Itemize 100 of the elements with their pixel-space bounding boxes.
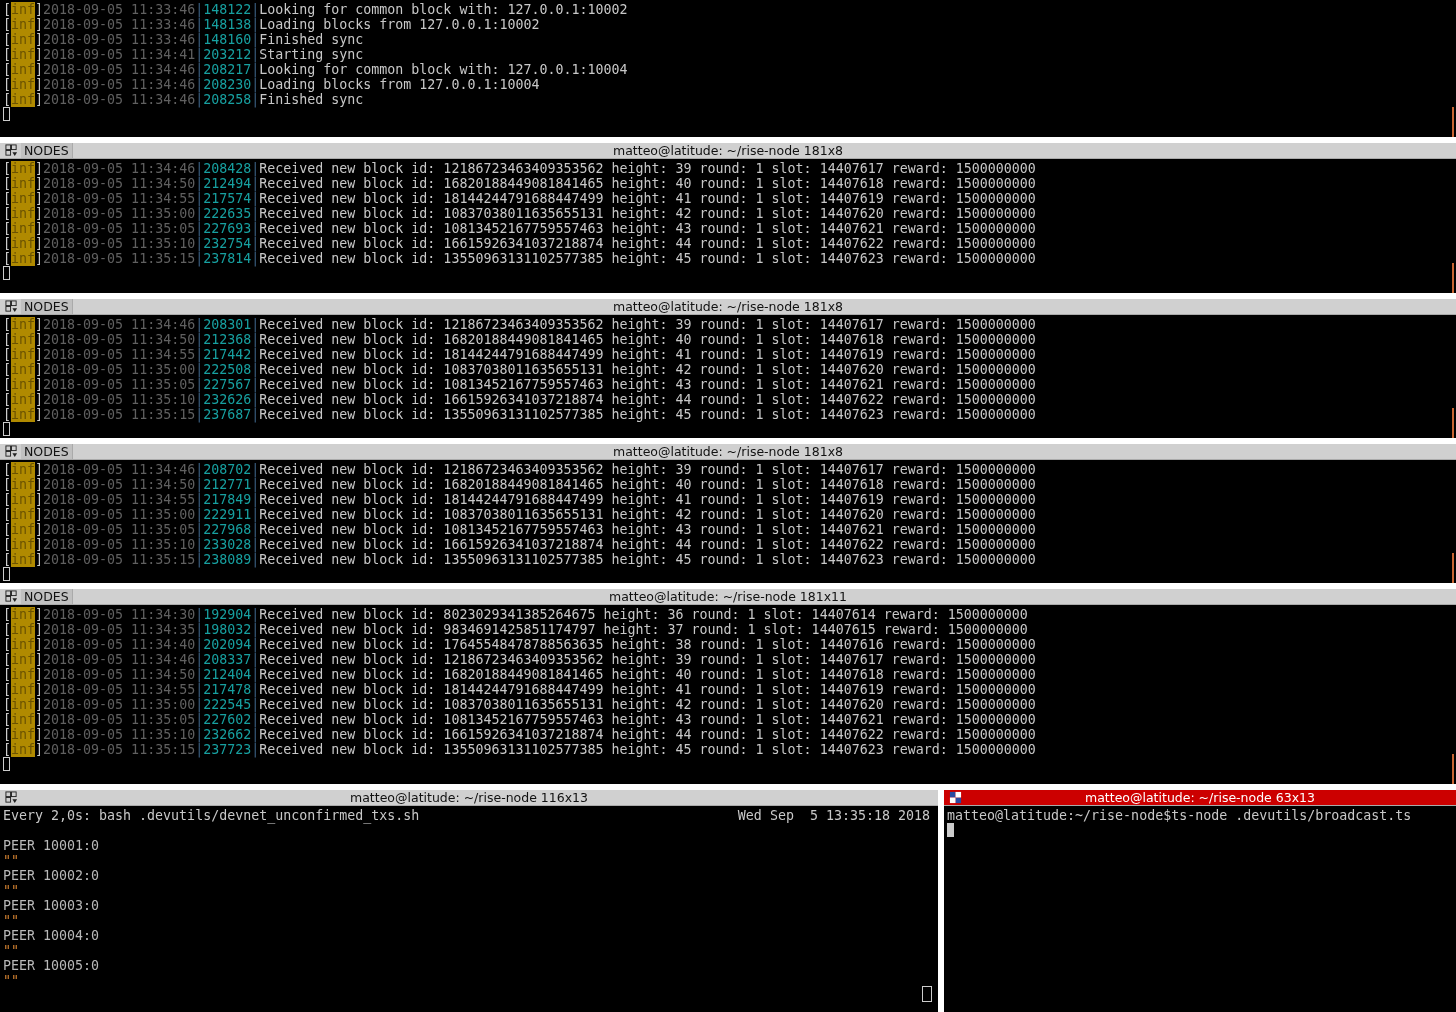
log-tick: 148138 xyxy=(203,17,252,32)
separator: | xyxy=(251,462,260,477)
log-level-tag: inf xyxy=(11,492,36,507)
separator: | xyxy=(195,236,204,251)
bracket: [ xyxy=(3,552,11,567)
log-tick: 208428 xyxy=(203,161,252,176)
bracket: [ xyxy=(3,17,11,32)
pane-title-bar[interactable]: matteo@latitude: ~/rise-node 116x13 xyxy=(0,790,938,806)
bracket: ] xyxy=(35,652,44,667)
separator: | xyxy=(251,47,260,62)
log-message: Received new block id: 16820188449081841465 height: 40 round: 1 slot: 14407618 reward: 1500000000 xyxy=(259,176,1036,191)
log-tick: 227567 xyxy=(203,377,252,392)
log-tick: 222508 xyxy=(203,362,252,377)
bracket: ] xyxy=(35,727,44,742)
bracket: [ xyxy=(3,667,11,682)
text-cursor xyxy=(3,422,10,436)
scroll-bar xyxy=(1452,754,1454,784)
log-tick: 222911 xyxy=(203,507,252,522)
separator: | xyxy=(251,191,260,206)
log-message: Received new block id: 18144244791688447499 height: 41 round: 1 slot: 14407619 reward: 1500000000 xyxy=(259,492,1036,507)
log-level-tag: inf xyxy=(11,407,36,422)
log-message: Received new block id: 10837038011635655131 height: 42 round: 1 slot: 14407620 reward: 1500000000 xyxy=(259,697,1036,712)
pane-title-bar[interactable]: matteo@latitude: ~/rise-node 63x13 xyxy=(944,790,1456,806)
grid-icon[interactable] xyxy=(5,144,18,157)
bracket: ] xyxy=(35,221,44,236)
log-message: Received new block id: 9834691425851174797 height: 37 round: 1 slot: 14407615 reward: 1500000000 xyxy=(259,622,1028,637)
output-line: PEER 10002:0 xyxy=(3,868,100,883)
separator: | xyxy=(195,727,204,742)
separator: | xyxy=(195,221,204,236)
bracket: ] xyxy=(35,251,44,266)
bracket: ] xyxy=(35,667,44,682)
bracket: [ xyxy=(3,727,11,742)
separator: | xyxy=(195,537,204,552)
bracket: [ xyxy=(3,392,11,407)
bracket: [ xyxy=(3,492,11,507)
pane-title-bar[interactable]: NODES matteo@latitude: ~/rise-node 181x8 xyxy=(0,444,1456,460)
log-level-tag: inf xyxy=(11,652,36,667)
separator: | xyxy=(195,77,204,92)
log-timestamp: 2018-09-05 11:34:46 xyxy=(43,462,196,477)
separator: | xyxy=(251,552,260,567)
log-tick: 232626 xyxy=(203,392,252,407)
log-timestamp: 2018-09-05 11:33:46 xyxy=(43,32,196,47)
bracket: ] xyxy=(35,697,44,712)
grid-icon[interactable] xyxy=(5,791,18,804)
log-message: Looking for common block with: 127.0.0.1:10002 xyxy=(259,2,628,17)
log-message: Received new block id: 10813452167759557463 height: 43 round: 1 slot: 14407621 reward: 1500000000 xyxy=(259,221,1036,236)
log-message: Received new block id: 10837038011635655131 height: 42 round: 1 slot: 14407620 reward: 1500000000 xyxy=(259,362,1036,377)
pane-title-bar[interactable]: NODES matteo@latitude: ~/rise-node 181x8 xyxy=(0,299,1456,315)
bracket: [ xyxy=(3,607,11,622)
separator: | xyxy=(195,622,204,637)
grid-icon[interactable] xyxy=(5,590,18,603)
log-tick: 217442 xyxy=(203,347,252,362)
tab-label[interactable]: NODES xyxy=(21,444,73,459)
bracket: [ xyxy=(3,682,11,697)
log-level-tag: inf xyxy=(11,347,36,362)
tab-label[interactable]: NODES xyxy=(21,143,73,158)
log-timestamp: 2018-09-05 11:34:55 xyxy=(43,682,196,697)
pane-title-bar[interactable]: NODES matteo@latitude: ~/rise-node 181x8 xyxy=(0,143,1456,159)
tab-label[interactable]: NODES xyxy=(21,589,73,604)
log-level-tag: inf xyxy=(11,92,36,107)
grid-icon[interactable] xyxy=(5,300,18,313)
log-message: Received new block id: 12186723463409353562 height: 39 round: 1 slot: 14407617 reward: 1500000000 xyxy=(259,317,1036,332)
grid-icon[interactable] xyxy=(5,445,18,458)
log-timestamp: 2018-09-05 11:34:46 xyxy=(43,62,196,77)
log-timestamp: 2018-09-05 11:35:00 xyxy=(43,362,196,377)
log-level-tag: inf xyxy=(11,377,36,392)
log-level-tag: inf xyxy=(11,2,36,17)
log-message: Received new block id: 13550963131102577385 height: 45 round: 1 slot: 14407623 reward: 1500000000 xyxy=(259,251,1036,266)
log-tick: 208337 xyxy=(203,652,252,667)
window-title: matteo@latitude: ~/rise-node 181x11 xyxy=(609,589,847,604)
tab-label[interactable]: NODES xyxy=(21,299,73,314)
bracket: [ xyxy=(3,251,11,266)
separator: | xyxy=(251,17,260,32)
log-level-tag: inf xyxy=(11,17,36,32)
bracket: [ xyxy=(3,477,11,492)
log-message: Looking for common block with: 127.0.0.1:10004 xyxy=(259,62,628,77)
log-message: Received new block id: 16820188449081841465 height: 40 round: 1 slot: 14407618 reward: 1500000000 xyxy=(259,667,1036,682)
scroll-bar xyxy=(1452,553,1454,583)
bracket: ] xyxy=(35,742,44,757)
log-message: Received new block id: 10837038011635655131 height: 42 round: 1 slot: 14407620 reward: 1500000000 xyxy=(259,507,1036,522)
bracket: ] xyxy=(35,682,44,697)
text-cursor xyxy=(3,567,10,581)
bracket: ] xyxy=(35,637,44,652)
separator: | xyxy=(195,637,204,652)
bracket: [ xyxy=(3,377,11,392)
log-tick: 212494 xyxy=(203,176,252,191)
log-timestamp: 2018-09-05 11:35:05 xyxy=(43,522,196,537)
log-tick: 192904 xyxy=(203,607,252,622)
separator: | xyxy=(195,317,204,332)
grid-icon[interactable] xyxy=(949,791,962,804)
pane-title-bar[interactable]: NODES matteo@latitude: ~/rise-node 181x11 xyxy=(0,589,1456,605)
bracket: ] xyxy=(35,507,44,522)
window-title: matteo@latitude: ~/rise-node 181x8 xyxy=(613,299,843,314)
bracket: [ xyxy=(3,507,11,522)
bracket: ] xyxy=(35,392,44,407)
separator: | xyxy=(251,537,260,552)
log-message: Received new block id: 13550963131102577385 height: 45 round: 1 slot: 14407623 reward: 1500000000 xyxy=(259,742,1036,757)
bracket: [ xyxy=(3,47,11,62)
log-timestamp: 2018-09-05 11:35:00 xyxy=(43,507,196,522)
log-message: Received new block id: 10813452167759557463 height: 43 round: 1 slot: 14407621 reward: 1500000000 xyxy=(259,377,1036,392)
